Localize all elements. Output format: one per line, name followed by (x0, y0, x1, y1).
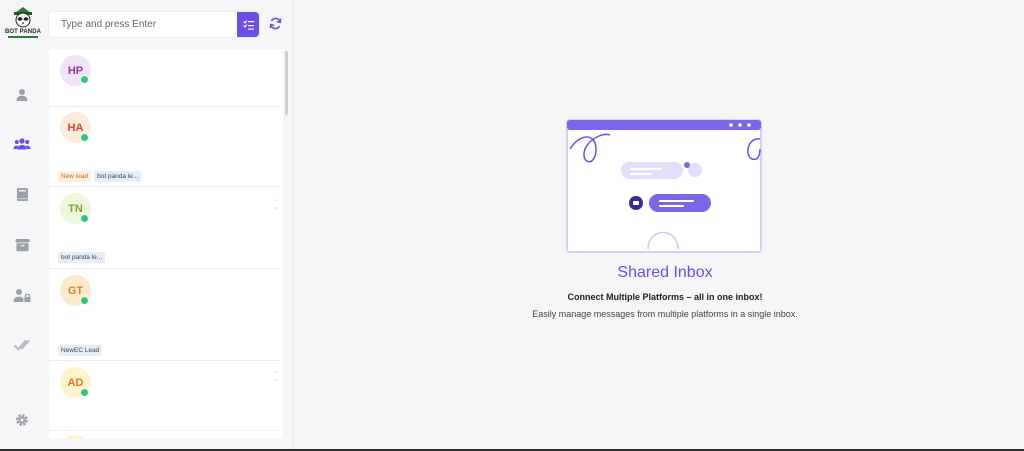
filter-button[interactable] (237, 12, 259, 37)
panda-logo-icon (14, 7, 32, 28)
conversation-item[interactable]: GT NewEC Lead (49, 269, 281, 361)
conversation-list-scrollbar[interactable] (285, 51, 288, 115)
empty-state-subtitle: Connect Multiple Platforms – all in one … (567, 292, 763, 302)
more-indicator-icon: · · (275, 369, 278, 384)
nav-rail: BOT PANDA (0, 0, 45, 451)
empty-state-description: Easily manage messages from multiple pla… (532, 309, 798, 319)
avatar (60, 435, 91, 439)
book-icon[interactable] (13, 185, 31, 203)
search-input[interactable] (49, 12, 237, 37)
tag-list: NewEC Lead (58, 345, 103, 356)
panel-divider (293, 0, 294, 451)
brand-name: BOT PANDA (4, 29, 42, 35)
search-bar (49, 12, 259, 37)
avatar-initials: HA (67, 121, 84, 134)
gear-icon[interactable] (13, 411, 31, 429)
conversation-item[interactable]: HA New lead bot panda le... (49, 107, 281, 187)
conversation-list: HP HA New lead bot panda le... TN · · bot… (49, 49, 283, 439)
tag-badge: New lead (58, 171, 92, 182)
conversation-item[interactable]: AD · · (49, 361, 281, 431)
brand-tagline-bar (8, 36, 38, 38)
conversation-item[interactable]: HP (49, 49, 281, 107)
avatar-initials: TN (68, 202, 83, 215)
brand-logo[interactable]: BOT PANDA (4, 4, 42, 44)
double-check-icon[interactable] (13, 336, 31, 354)
avatar-initials: HP (67, 64, 84, 77)
team-icon[interactable] (13, 135, 31, 153)
refresh-button[interactable] (266, 14, 284, 32)
online-status-icon (80, 296, 89, 305)
online-status-icon (80, 133, 89, 142)
refresh-icon (269, 17, 281, 29)
archive-icon[interactable] (13, 236, 31, 254)
online-status-icon (80, 388, 89, 397)
conversation-item[interactable]: TN · · bot panda le... (49, 187, 281, 269)
tag-list: bot panda le... (58, 252, 106, 263)
online-status-icon (80, 214, 89, 223)
more-indicator-icon: · · (275, 197, 278, 212)
tag-badge: bot panda le... (94, 171, 142, 182)
empty-state-title: Shared Inbox (617, 264, 713, 281)
filter-list-icon (242, 19, 254, 30)
tag-badge: NewEC Lead (58, 345, 103, 356)
tag-list: New lead bot panda le... (58, 171, 142, 182)
tag-badge: bot panda le... (58, 252, 106, 263)
online-status-icon (80, 75, 89, 84)
avatar-initials: AD (67, 376, 84, 389)
shared-inbox-illustration (566, 119, 762, 253)
user-icon[interactable] (13, 86, 31, 104)
user-lock-icon[interactable] (13, 286, 31, 304)
avatar-initials: GT (67, 284, 84, 297)
